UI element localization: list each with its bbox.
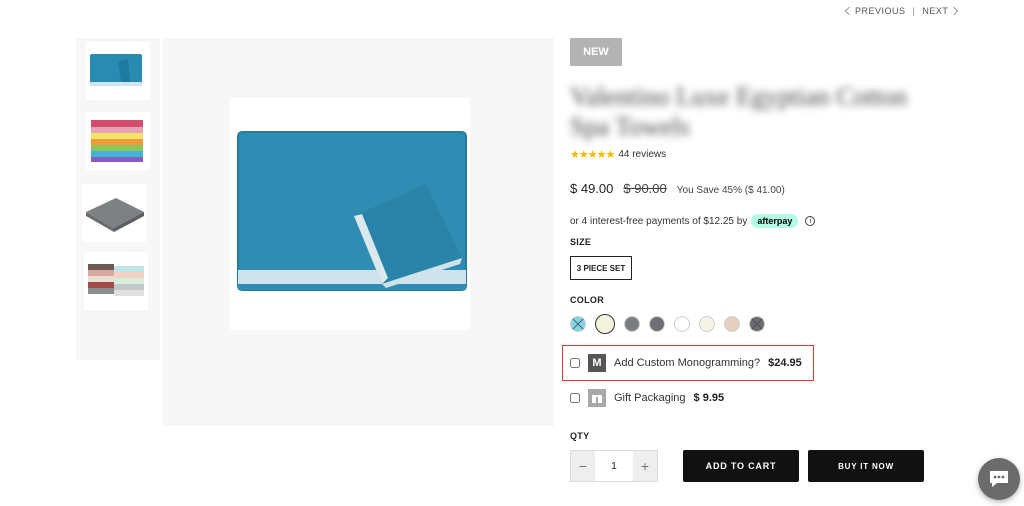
- qty-increment-button[interactable]: +: [633, 451, 657, 481]
- gift-icon: [588, 389, 606, 407]
- unavailable-cross-icon: [751, 318, 763, 330]
- quantity-stepper: − 1 +: [570, 450, 658, 482]
- afterpay-row: or 4 interest-free payments of $12.25 by…: [570, 214, 816, 228]
- qty-decrement-button[interactable]: −: [571, 451, 595, 481]
- towel-stack-thumb-image: [91, 120, 143, 162]
- star-rating-icon: ★★★★★: [570, 149, 615, 161]
- afterpay-logo: afterpay: [751, 214, 799, 228]
- next-link[interactable]: NEXT: [922, 6, 959, 16]
- thumbnail-blue-towel[interactable]: [86, 42, 150, 100]
- gift-label: Gift Packaging: [614, 392, 686, 404]
- thumbnail-gray-towel[interactable]: [82, 184, 146, 242]
- afterpay-text: or 4 interest-free payments of $12.25 by: [570, 215, 748, 227]
- monogram-option: M Add Custom Monogramming? $24.95: [570, 354, 802, 372]
- review-count: 44 reviews: [618, 149, 667, 160]
- add-to-cart-button[interactable]: ADD TO CART: [683, 450, 799, 482]
- thumbnail-towel-stack[interactable]: [86, 112, 150, 170]
- color-swatch-charcoal[interactable]: [649, 316, 665, 332]
- color-swatches: [570, 314, 765, 334]
- gift-checkbox[interactable]: [570, 393, 580, 403]
- blue-towel-thumb-image: [90, 54, 142, 86]
- product-title: Valentino Luxe Egyptian Cotton Spa Towel…: [570, 82, 908, 141]
- monogram-icon: M: [588, 354, 606, 372]
- size-label: SIZE: [570, 237, 592, 247]
- color-swatch-white[interactable]: [674, 316, 690, 332]
- chat-button[interactable]: [978, 458, 1020, 500]
- qty-value[interactable]: 1: [595, 451, 633, 481]
- size-option-3-piece-set[interactable]: 3 PIECE SET: [570, 256, 632, 280]
- chat-bubble-icon: [990, 471, 1008, 487]
- chevron-right-icon: [950, 6, 959, 16]
- product-pagination: PREVIOUS | NEXT: [844, 6, 959, 16]
- previous-label: PREVIOUS: [855, 6, 906, 16]
- monogram-checkbox[interactable]: [570, 358, 580, 368]
- color-swatch-aqua[interactable]: [570, 316, 586, 332]
- multi-towels-thumb-image: [88, 264, 144, 296]
- color-swatch-ivory[interactable]: [595, 314, 615, 334]
- monogram-label: Add Custom Monogramming?: [614, 357, 761, 369]
- gray-towel-thumb-image: [86, 198, 144, 232]
- info-icon[interactable]: i: [805, 216, 816, 226]
- blue-towel-image: [237, 131, 467, 291]
- next-label: NEXT: [922, 6, 949, 16]
- chevron-left-icon: [844, 6, 854, 16]
- thumbnail-multi-towels[interactable]: [84, 252, 148, 310]
- monogram-price: $24.95: [768, 357, 802, 369]
- nav-separator: |: [912, 6, 916, 16]
- color-swatch-cream[interactable]: [699, 316, 715, 332]
- qty-label: QTY: [570, 431, 590, 441]
- unavailable-cross-icon: [572, 318, 584, 330]
- gift-price: $ 9.95: [693, 392, 725, 404]
- sale-price: $ 49.00: [570, 181, 614, 196]
- color-swatch-slate[interactable]: [749, 316, 765, 332]
- new-badge: NEW: [570, 38, 622, 66]
- price-row: $ 49.00 $ 90.00 You Save 45% ($ 41.00): [570, 181, 785, 196]
- savings-text: You Save 45% ($ 41.00): [676, 185, 785, 196]
- main-product-image[interactable]: [230, 98, 470, 330]
- compare-price: $ 90.00: [623, 181, 667, 196]
- gift-option: Gift Packaging $ 9.95: [570, 389, 724, 407]
- color-swatch-gray[interactable]: [624, 316, 640, 332]
- previous-link[interactable]: PREVIOUS: [844, 6, 906, 16]
- rating[interactable]: ★★★★★ 44 reviews: [570, 148, 666, 161]
- color-swatch-blush[interactable]: [724, 316, 740, 332]
- color-label: COLOR: [570, 295, 604, 305]
- buy-now-button[interactable]: BUY IT NOW: [808, 450, 924, 482]
